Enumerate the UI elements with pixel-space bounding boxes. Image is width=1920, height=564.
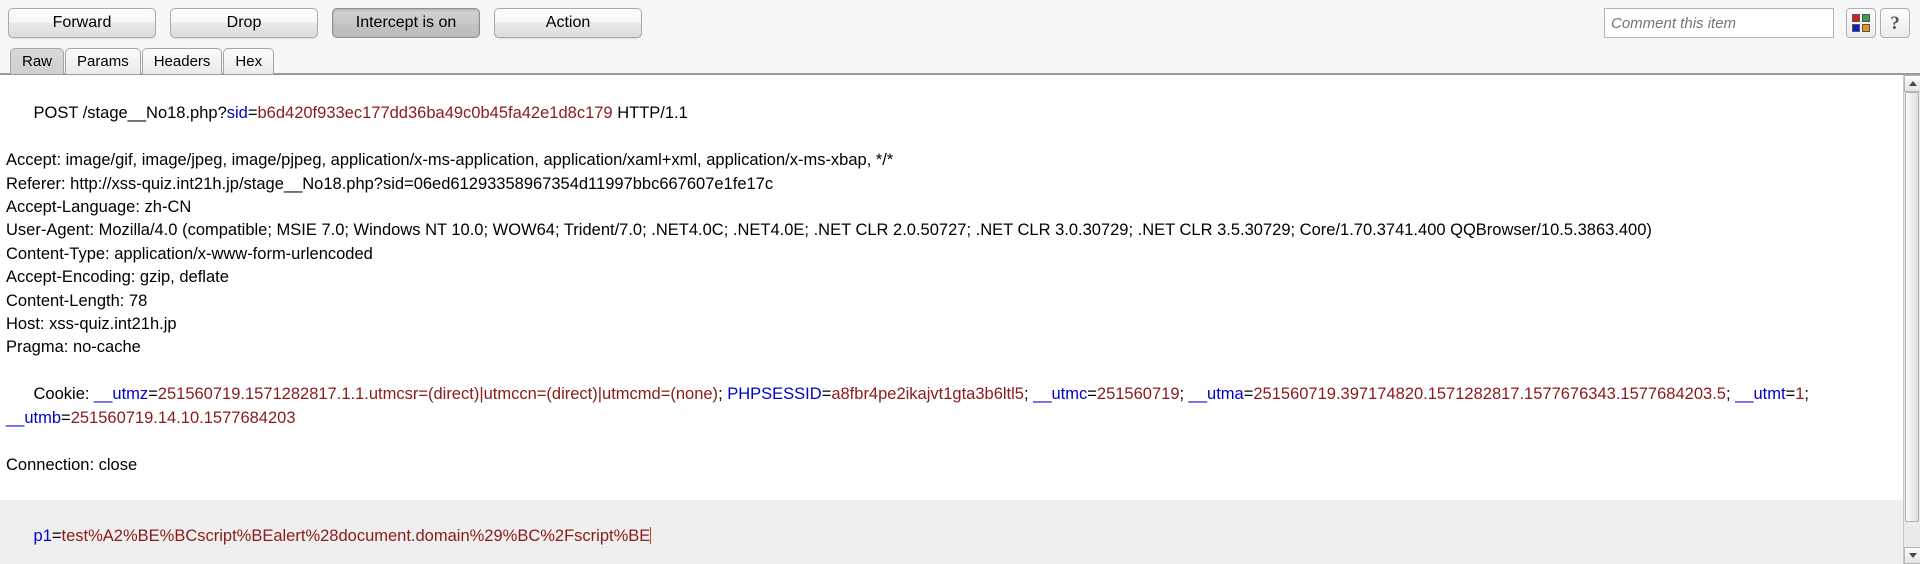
text-cursor <box>650 526 652 544</box>
cookie-sep-4: ; <box>1804 385 1814 404</box>
swatch-orange <box>1862 24 1870 32</box>
cookie-name-utmb: __utmb <box>6 408 62 427</box>
intercept-toggle-button[interactable]: Intercept is on <box>332 8 480 38</box>
tab-params[interactable]: Params <box>65 48 141 74</box>
swatch-blue <box>1852 24 1860 32</box>
request-param-value: b6d420f933ec177dd36ba49c0b45fa42e1d8c179 <box>257 104 613 123</box>
scrollbar-thumb[interactable] <box>1905 92 1919 522</box>
intercept-toolbar: Forward Drop Intercept is on Action ? <box>0 0 1920 46</box>
highlight-color-button[interactable] <box>1846 8 1876 38</box>
scroll-up-button[interactable] <box>1904 75 1920 92</box>
header-connection: Connection: close <box>6 455 138 474</box>
cookie-sep-2: ; <box>1179 385 1189 404</box>
cookie-name-utmc: __utmc <box>1033 385 1088 404</box>
message-view-tabs: Raw Params Headers Hex <box>0 46 1920 74</box>
forward-button[interactable]: Forward <box>8 8 156 38</box>
body-param-value: test%A2%BE%BCscript%BEalert%28document.d… <box>61 526 651 545</box>
header-accept: Accept: image/gif, image/jpeg, image/pjp… <box>6 151 894 170</box>
request-body[interactable]: p1=test%A2%BE%BCscript%BEalert%28documen… <box>0 500 1903 564</box>
header-body-separator <box>6 477 1897 500</box>
cookie-name-utmz: __utmz <box>94 385 149 404</box>
cookie-name-utmt: __utmt <box>1735 385 1786 404</box>
body-param-equals: = <box>51 526 62 545</box>
color-swatch-grid-icon <box>1852 14 1870 32</box>
cookie-value-utma: 251560719.397174820.1571282817.157767634… <box>1253 385 1726 404</box>
cookie-value-utmz: 251560719.1571282817.1.1.utmcsr=(direct)… <box>157 385 719 404</box>
request-param-equals: = <box>247 104 258 123</box>
header-content-length: Content-Length: 78 <box>6 291 148 310</box>
swatch-green <box>1862 14 1870 22</box>
tab-hex[interactable]: Hex <box>223 48 275 74</box>
tab-raw[interactable]: Raw <box>10 48 65 74</box>
scroll-down-button[interactable] <box>1904 547 1920 564</box>
scrollbar-track[interactable] <box>1904 92 1920 547</box>
cookie-value-utmt: 1 <box>1795 385 1805 404</box>
chevron-up-icon <box>1908 81 1917 86</box>
drop-button[interactable]: Drop <box>170 8 318 38</box>
header-cookie: Cookie: __utmz=251560719.1571282817.1.1.… <box>6 385 1814 427</box>
cookie-value-phpsessid: a8fbr4pe2ikajvt1gta3b6ltl5 <box>831 385 1024 404</box>
chevron-down-icon <box>1908 553 1917 558</box>
raw-request-editor[interactable]: POST /stage__No18.php?sid=b6d420f933ec17… <box>0 75 1903 564</box>
header-content-type: Content-Type: application/x-www-form-url… <box>6 244 373 263</box>
header-referer: Referer: http://xss-quiz.int21h.jp/stage… <box>6 174 774 193</box>
cookie-label: Cookie: <box>33 385 95 404</box>
cookie-name-utma: __utma <box>1188 385 1244 404</box>
header-accept-encoding: Accept-Encoding: gzip, deflate <box>6 268 229 287</box>
request-line: POST /stage__No18.php?sid=b6d420f933ec17… <box>6 79 1897 149</box>
cookie-sep-3: ; <box>1725 385 1736 404</box>
body-param-name: p1 <box>33 526 52 545</box>
help-button[interactable]: ? <box>1880 8 1910 38</box>
cookie-sep-0: ; <box>718 385 728 404</box>
cookie-name-phpsessid: PHPSESSID <box>727 385 822 404</box>
editor-vertical-scrollbar[interactable] <box>1903 75 1920 564</box>
header-user-agent: User-Agent: Mozilla/4.0 (compatible; MSI… <box>6 221 1652 240</box>
cookie-sep-1: ; <box>1023 385 1034 404</box>
request-param-name: sid <box>226 104 248 123</box>
request-method-path: POST /stage__No18.php? <box>33 104 227 123</box>
action-button[interactable]: Action <box>494 8 642 38</box>
header-host: Host: xss-quiz.int21h.jp <box>6 315 177 334</box>
header-accept-language: Accept-Language: zh-CN <box>6 198 192 217</box>
toolbar-right-group: ? <box>1604 0 1910 46</box>
cookie-value-utmc: 251560719 <box>1096 385 1180 404</box>
request-protocol: HTTP/1.1 <box>612 104 688 123</box>
tab-headers[interactable]: Headers <box>141 48 223 74</box>
comment-input[interactable] <box>1604 8 1834 38</box>
question-mark-icon: ? <box>1890 12 1900 34</box>
cookie-value-utmb: 251560719.14.10.1577684203 <box>70 408 296 427</box>
header-pragma: Pragma: no-cache <box>6 338 141 357</box>
request-editor-panel: POST /stage__No18.php?sid=b6d420f933ec17… <box>0 74 1920 564</box>
swatch-red <box>1852 14 1860 22</box>
